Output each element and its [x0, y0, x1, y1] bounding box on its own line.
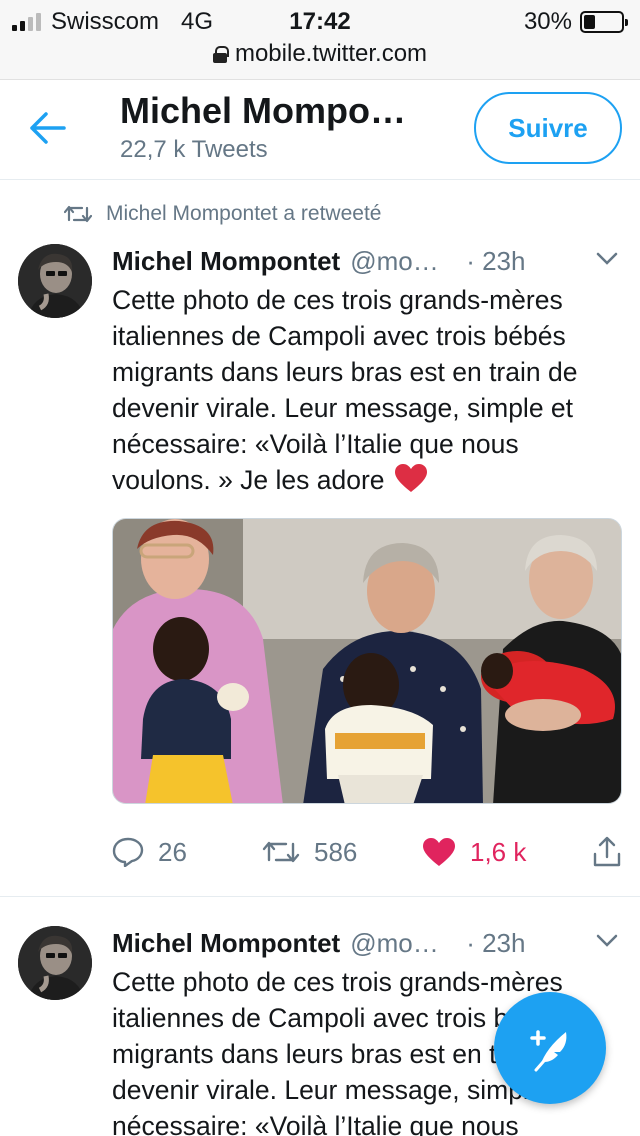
compose-tweet-button[interactable] [494, 992, 606, 1104]
avatar[interactable] [18, 244, 92, 318]
tweet-author[interactable]: Michel Mompontet [112, 928, 340, 959]
status-right: 30% [523, 8, 628, 36]
retweet-context-label: Michel Mompontet a retweeté [106, 202, 382, 225]
chevron-down-icon[interactable] [596, 934, 618, 948]
tweet-text: Cette photo de ces trois grands-mères it… [112, 282, 624, 498]
tweet-handle[interactable]: @mo… [350, 928, 442, 959]
lock-icon [212, 46, 229, 63]
tweet-handle[interactable]: @mo… [350, 246, 442, 277]
share-button[interactable] [592, 836, 622, 868]
profile-name: Michel Mompo… [120, 90, 406, 131]
reply-count: 26 [158, 836, 187, 867]
tweet-photo[interactable] [112, 518, 622, 804]
share-icon [593, 836, 621, 867]
retweet-context[interactable]: Michel Mompontet a retweeté [64, 202, 381, 226]
reply-icon [112, 837, 144, 867]
tweet-count: 22,7 k Tweets [120, 136, 268, 163]
follow-button[interactable]: Suivre [474, 92, 622, 164]
retweet-button[interactable]: 586 [262, 837, 422, 868]
retweet-icon [262, 841, 300, 863]
compose-feather-icon [530, 1030, 567, 1072]
tweet-author[interactable]: Michel Mompontet [112, 246, 340, 277]
chevron-down-icon[interactable] [596, 252, 618, 266]
tweet-time[interactable]: · 23h [466, 246, 525, 277]
like-count: 1,6 k [470, 836, 527, 867]
battery-icon [580, 11, 628, 33]
url-bar[interactable]: mobile.twitter.com [0, 40, 640, 68]
heart-filled-icon [423, 838, 455, 866]
tweet-header: Michel Mompontet @mo… · 23h [112, 244, 622, 278]
tweet-time[interactable]: · 23h [466, 928, 525, 959]
avatar[interactable] [18, 926, 92, 1000]
arrow-left-icon[interactable] [26, 108, 70, 148]
url-text: mobile.twitter.com [234, 40, 428, 67]
red-heart-emoji-icon [394, 464, 427, 492]
status-bar: Swisscom 4G 17:42 30% mobile.twitter.com [0, 0, 640, 80]
like-button[interactable]: 1,6 k [422, 837, 582, 868]
retweet-count: 586 [314, 836, 358, 867]
battery-percent: 30% [523, 8, 572, 35]
tweet-text-content: Cette photo de ces trois grands-mères it… [112, 285, 578, 495]
reply-button[interactable]: 26 [112, 837, 262, 868]
tweet-divider [0, 896, 640, 897]
tweet-actions: 26 586 1,6 k [112, 832, 622, 872]
retweet-icon [64, 205, 92, 223]
tweet-header: Michel Mompontet @mo… · 23h [112, 926, 622, 960]
profile-header: Michel Mompo… 22,7 k Tweets Suivre [0, 80, 640, 180]
